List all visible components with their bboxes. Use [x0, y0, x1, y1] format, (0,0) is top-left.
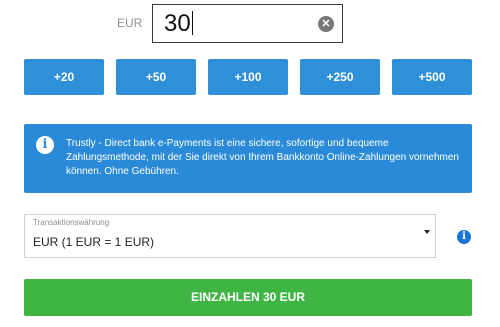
- currency-label: EUR: [117, 16, 143, 30]
- quick-amount-button-100[interactable]: +100: [208, 59, 288, 95]
- currency-help-icon[interactable]: i: [457, 230, 471, 244]
- quick-amount-button-250[interactable]: +250: [300, 59, 380, 95]
- payment-info-text: Trustly - Direct bank e-Payments ist ein…: [66, 138, 459, 177]
- currency-select-caption: Transaktionswährung: [33, 218, 110, 227]
- quick-amount-button-50[interactable]: +50: [116, 59, 196, 95]
- quick-amount-button-500[interactable]: +500: [392, 59, 472, 95]
- payment-info-banner: i Trustly - Direct bank e-Payments ist e…: [24, 124, 472, 193]
- triangle-down-icon: [424, 230, 430, 234]
- deposit-button[interactable]: EINZAHLEN 30 EUR: [24, 279, 472, 316]
- info-icon: i: [36, 136, 54, 154]
- currency-select-value: EUR (1 EUR = 1 EUR): [33, 235, 155, 249]
- amount-input-value[interactable]: 30: [164, 10, 193, 38]
- amount-input[interactable]: 30 ✕: [152, 4, 343, 43]
- clear-amount-icon[interactable]: ✕: [318, 16, 334, 32]
- transaction-currency-select[interactable]: Transaktionswährung EUR (1 EUR = 1 EUR): [24, 214, 436, 258]
- quick-amount-button-20[interactable]: +20: [24, 59, 104, 95]
- text-caret: [191, 11, 193, 35]
